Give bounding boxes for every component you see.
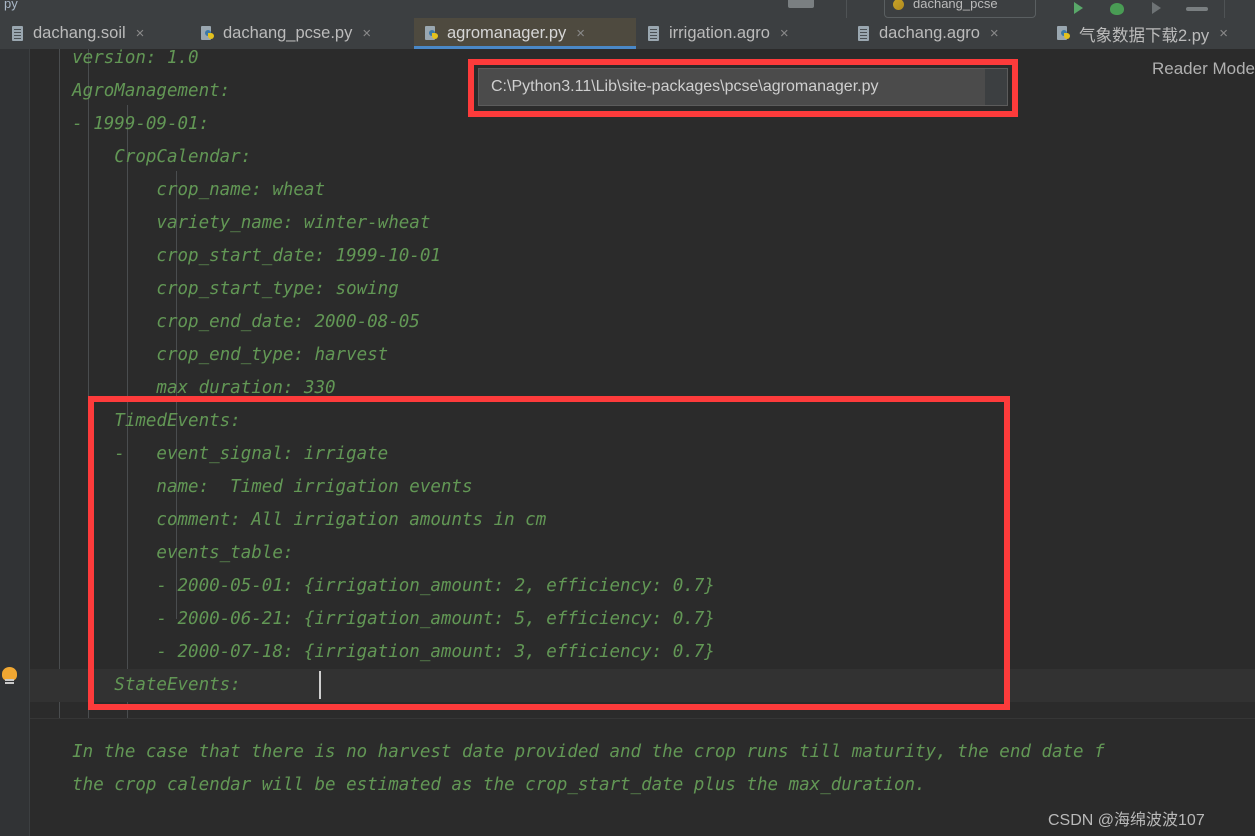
rerun-icon[interactable] [1152,2,1161,14]
code-text-area[interactable]: version: 1.0 AgroManagement: - 1999-09-0… [0,49,1255,836]
text-caret [319,671,321,699]
file-python-icon [424,25,440,42]
code-line: - 1999-09-01: [30,114,210,134]
code-line: - 2000-07-18: {irrigation_amount: 3, eff… [30,642,715,662]
code-line: AgroManagement: [30,81,231,101]
editor-tab-bar: dachang.soil × dachang_pcse.py × agroman… [0,18,1255,50]
code-line: max_duration: 330 [30,378,336,398]
code-line: events_table: [30,543,294,563]
tab-label: 气象数据下载2.py [1079,26,1210,45]
code-line: name: Timed irrigation events [30,477,473,497]
python-config-icon [893,0,904,10]
code-line: - 2000-06-21: {irrigation_amount: 5, eff… [30,609,715,629]
main-toolbar: py dachang_pcse [0,0,1255,18]
run-configuration-label: dachang_pcse [913,0,998,11]
code-line: crop_end_type: harvest [30,345,389,365]
tab-irrigation-agro[interactable]: irrigation.agro × [636,18,846,49]
tab-close-icon[interactable]: × [362,26,371,41]
file-doc-icon [856,25,872,42]
tab-dachang-pcse-py[interactable]: dachang_pcse.py × [190,18,414,49]
code-line: comment: All irrigation amounts in cm [30,510,547,530]
code-line: crop_name: wheat [30,180,326,200]
tab-close-icon[interactable]: × [1219,26,1228,41]
toolbar-separator [846,0,847,18]
tab-label: agromanager.py [447,24,567,42]
doc-paragraph-line: In the case that there is no harvest dat… [30,742,1105,762]
code-line: crop_start_type: sowing [30,279,399,299]
tab-label: dachang.agro [879,24,980,42]
tab-dachang-agro[interactable]: dachang.agro × [846,18,1046,49]
file-doc-icon [10,25,26,42]
code-line: variety_name: winter-wheat [30,213,431,233]
tab-label: irrigation.agro [669,24,770,42]
run-configuration-selector[interactable]: dachang_pcse [884,0,1036,18]
code-line: StateEvents: [30,675,241,695]
code-line: - 2000-05-01: {irrigation_amount: 2, eff… [30,576,715,596]
pycharm-window: py dachang_pcse dachang.soil × dachang_p… [0,0,1255,836]
tab-weather-download-2-py[interactable]: 气象数据下载2.py × [1046,18,1255,49]
run-icon[interactable] [1074,2,1083,14]
doc-paragraph-line: the crop calendar will be estimated as t… [30,775,926,795]
minimize-icon[interactable] [1186,7,1208,11]
code-line: CropCalendar: [30,147,252,167]
file-doc-icon [646,25,662,42]
tab-close-icon[interactable]: × [576,26,585,41]
code-line: crop_start_date: 1999-10-01 [30,246,441,266]
code-editor[interactable]: version: 1.0 AgroManagement: - 1999-09-0… [0,49,1255,836]
code-line: - event_signal: irrigate [30,444,389,464]
toolbar-button-generic[interactable] [788,0,814,8]
code-line: TimedEvents: [30,411,241,431]
tab-close-icon[interactable]: × [780,26,789,41]
file-path-tooltip: C:\Python3.11\Lib\site-packages\pcse\agr… [478,68,1008,106]
file-python-icon [200,25,216,42]
tab-label: dachang_pcse.py [223,24,353,42]
tab-close-icon[interactable]: × [990,26,999,41]
csdn-watermark: CSDN @海绵波波107 [1048,812,1205,829]
file-python-icon [1056,25,1072,42]
code-line: crop_end_date: 2000-08-05 [30,312,420,332]
toolbar-clipped-text: py [4,0,18,11]
tab-label: dachang.soil [33,24,126,42]
tab-dachang-soil[interactable]: dachang.soil × [0,18,190,49]
tooltip-scrollbar[interactable] [985,69,1007,105]
debug-icon[interactable] [1110,3,1124,15]
tab-close-icon[interactable]: × [136,26,145,41]
file-path-text: C:\Python3.11\Lib\site-packages\pcse\agr… [491,78,879,95]
reader-mode-label[interactable]: Reader Mode [1152,59,1255,79]
tab-agromanager-py[interactable]: agromanager.py × [414,18,636,49]
code-line: version: 1.0 [30,49,199,68]
toolbar-separator-right [1224,0,1225,18]
